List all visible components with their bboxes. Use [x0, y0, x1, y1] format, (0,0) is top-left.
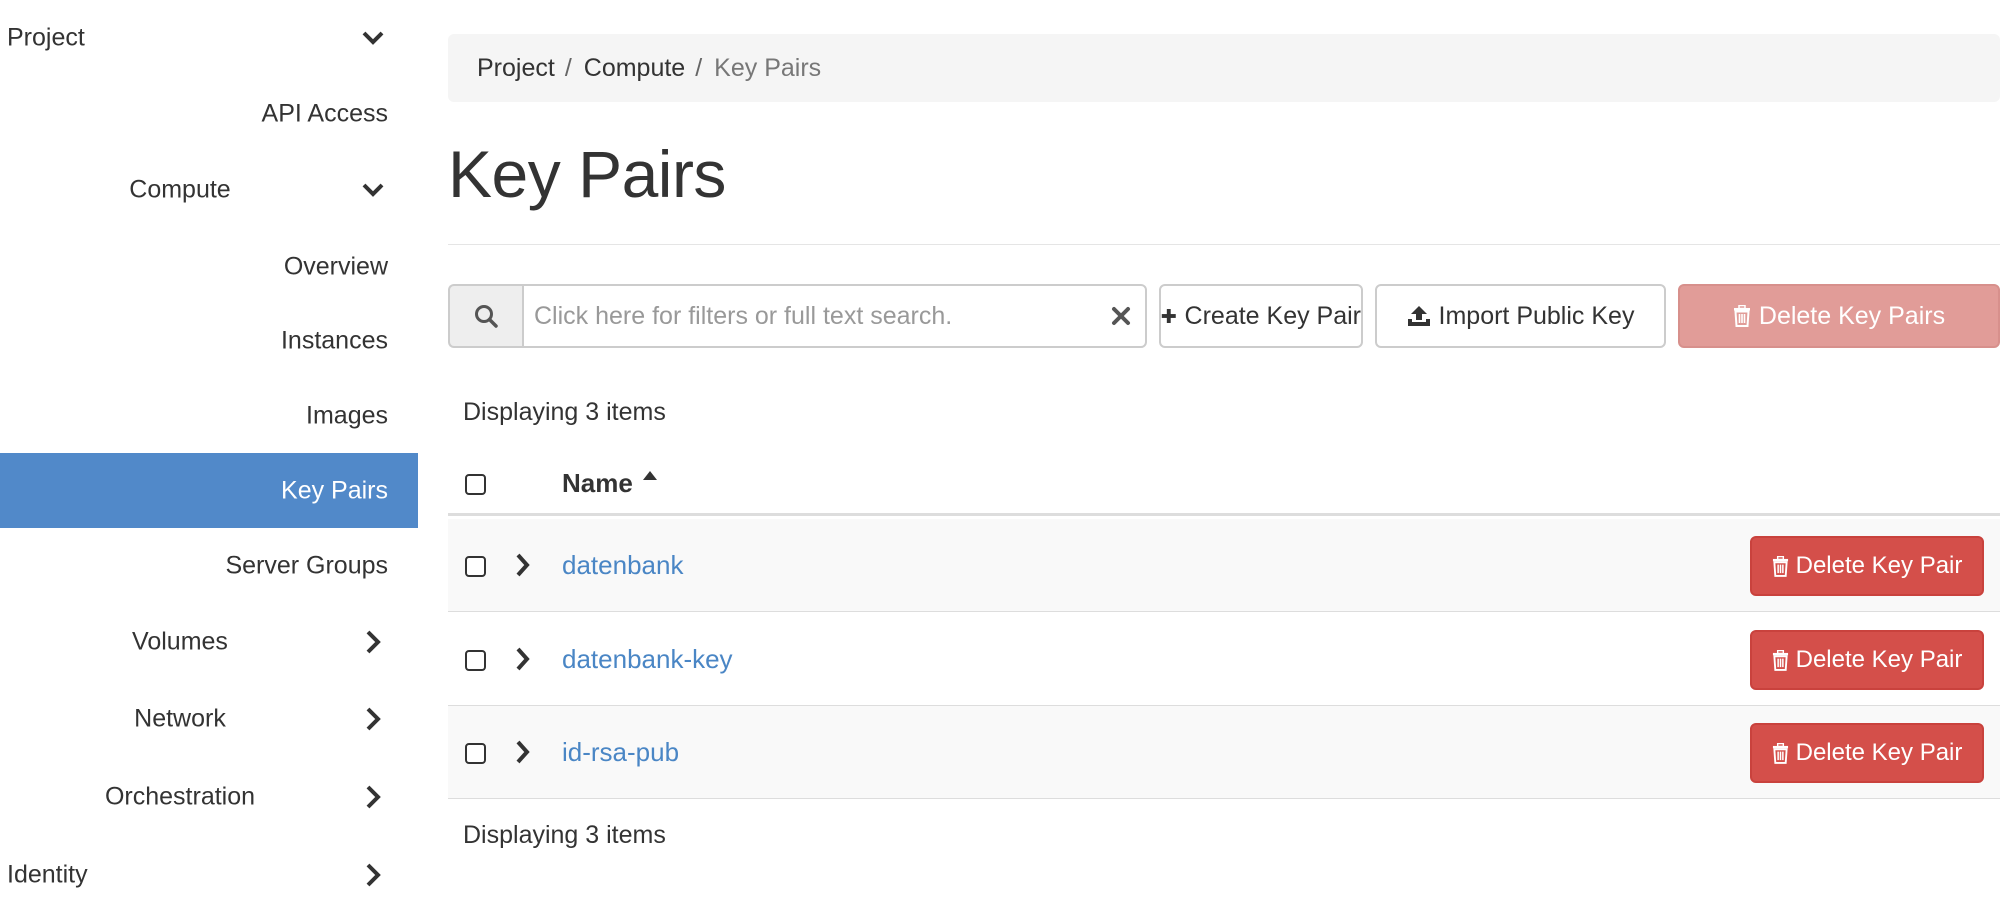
table-row: id-rsa-pub Delete Key Pair — [448, 706, 2000, 799]
trash-icon — [1772, 649, 1788, 671]
delete-key-pair-label: Delete Key Pair — [1795, 552, 1963, 579]
sidebar-item-api-access[interactable]: API Access — [0, 76, 418, 151]
trash-icon — [1772, 742, 1788, 764]
sidebar-item-label: API Access — [261, 99, 388, 127]
chevron-down-icon — [362, 31, 384, 45]
delete-key-pair-button[interactable]: Delete Key Pair — [1750, 536, 1984, 596]
search-input[interactable] — [522, 284, 1147, 348]
trash-icon — [1733, 305, 1750, 327]
sidebar-item-volumes[interactable]: Volumes — [0, 604, 418, 679]
sort-up-icon[interactable] — [642, 470, 658, 482]
table-row: datenbank Delete Key Pair — [448, 519, 2000, 612]
sidebar-item-label: Instances — [280, 326, 388, 354]
create-key-pair-button[interactable]: Create Key Pair — [1159, 284, 1363, 348]
search-button[interactable] — [448, 284, 522, 348]
create-key-pair-label: Create Key Pair — [1184, 301, 1361, 330]
upload-icon — [1407, 306, 1430, 326]
sidebar: Project API Access Compute Overview Inst… — [0, 0, 418, 916]
chevron-right-icon[interactable] — [514, 552, 532, 578]
import-public-key-button[interactable]: Import Public Key — [1375, 284, 1666, 348]
divider — [448, 244, 2000, 245]
chevron-right-icon — [366, 630, 381, 653]
sidebar-item-label: Orchestration — [104, 782, 256, 810]
sidebar-item-compute[interactable]: Compute — [0, 152, 418, 227]
chevron-right-icon[interactable] — [514, 646, 532, 672]
chevron-right-icon — [366, 785, 381, 808]
sidebar-item-label: Images — [306, 401, 388, 429]
sidebar-item-orchestration[interactable]: Orchestration — [0, 759, 418, 834]
sidebar-item-key-pairs[interactable]: Key Pairs — [0, 453, 418, 528]
delete-key-pair-button[interactable]: Delete Key Pair — [1750, 723, 1984, 783]
clear-icon[interactable] — [1109, 304, 1133, 328]
sidebar-item-label: Volumes — [132, 627, 228, 655]
trash-icon — [1772, 555, 1788, 577]
chevron-right-icon[interactable] — [514, 739, 532, 765]
sidebar-item-network[interactable]: Network — [0, 681, 418, 756]
import-public-key-label: Import Public Key — [1438, 301, 1635, 330]
sidebar-item-label: Compute — [129, 175, 231, 203]
breadcrumb-item-project[interactable]: Project — [477, 54, 555, 83]
key-pair-name-link[interactable]: datenbank — [562, 550, 683, 581]
chevron-right-icon — [366, 707, 381, 730]
sidebar-item-project[interactable]: Project — [0, 0, 418, 75]
sidebar-item-label: Project — [7, 23, 85, 51]
sidebar-item-label: Key Pairs — [281, 476, 388, 504]
delete-key-pair-label: Delete Key Pair — [1795, 646, 1963, 673]
key-pair-name-link[interactable]: datenbank-key — [562, 644, 733, 675]
chevron-right-icon — [366, 863, 381, 886]
breadcrumb-item-compute[interactable]: Compute — [584, 54, 685, 83]
table-header: Name — [448, 448, 2000, 516]
sidebar-item-instances[interactable]: Instances — [0, 303, 418, 378]
plus-icon — [1161, 309, 1176, 323]
search-icon — [475, 305, 498, 328]
sidebar-item-images[interactable]: Images — [0, 378, 418, 453]
item-count-top: Displaying 3 items — [463, 398, 666, 426]
sidebar-item-identity[interactable]: Identity — [0, 837, 418, 912]
sidebar-item-label: Identity — [7, 860, 88, 888]
main-content: Project / Compute / Key Pairs Key Pairs … — [448, 0, 2000, 916]
page-title: Key Pairs — [448, 137, 726, 211]
breadcrumb-item-key-pairs: Key Pairs — [714, 53, 822, 82]
breadcrumb-separator: / — [695, 53, 703, 82]
delete-key-pair-button[interactable]: Delete Key Pair — [1750, 630, 1984, 690]
sidebar-item-overview[interactable]: Overview — [0, 229, 418, 304]
breadcrumb-separator: / — [564, 53, 572, 82]
row-checkbox[interactable] — [465, 743, 486, 764]
chevron-down-icon — [362, 183, 384, 197]
row-checkbox[interactable] — [465, 650, 486, 671]
column-header-name[interactable]: Name — [562, 468, 633, 499]
delete-key-pairs-button[interactable]: Delete Key Pairs — [1678, 284, 2000, 348]
sidebar-item-label: Network — [134, 704, 226, 732]
sidebar-item-label: Server Groups — [225, 551, 388, 579]
sidebar-item-label: Overview — [283, 252, 388, 280]
delete-key-pair-label: Delete Key Pair — [1795, 739, 1963, 766]
table-row: datenbank-key Delete Key Pair — [448, 613, 2000, 706]
select-all-checkbox[interactable] — [465, 474, 486, 495]
item-count-bottom: Displaying 3 items — [463, 821, 666, 849]
key-pair-name-link[interactable]: id-rsa-pub — [562, 737, 679, 768]
row-checkbox[interactable] — [465, 556, 486, 577]
delete-key-pairs-label: Delete Key Pairs — [1758, 301, 1946, 330]
sidebar-item-server-groups[interactable]: Server Groups — [0, 528, 418, 603]
breadcrumb: Project / Compute / Key Pairs — [448, 34, 2000, 102]
search-bar — [448, 284, 1147, 348]
